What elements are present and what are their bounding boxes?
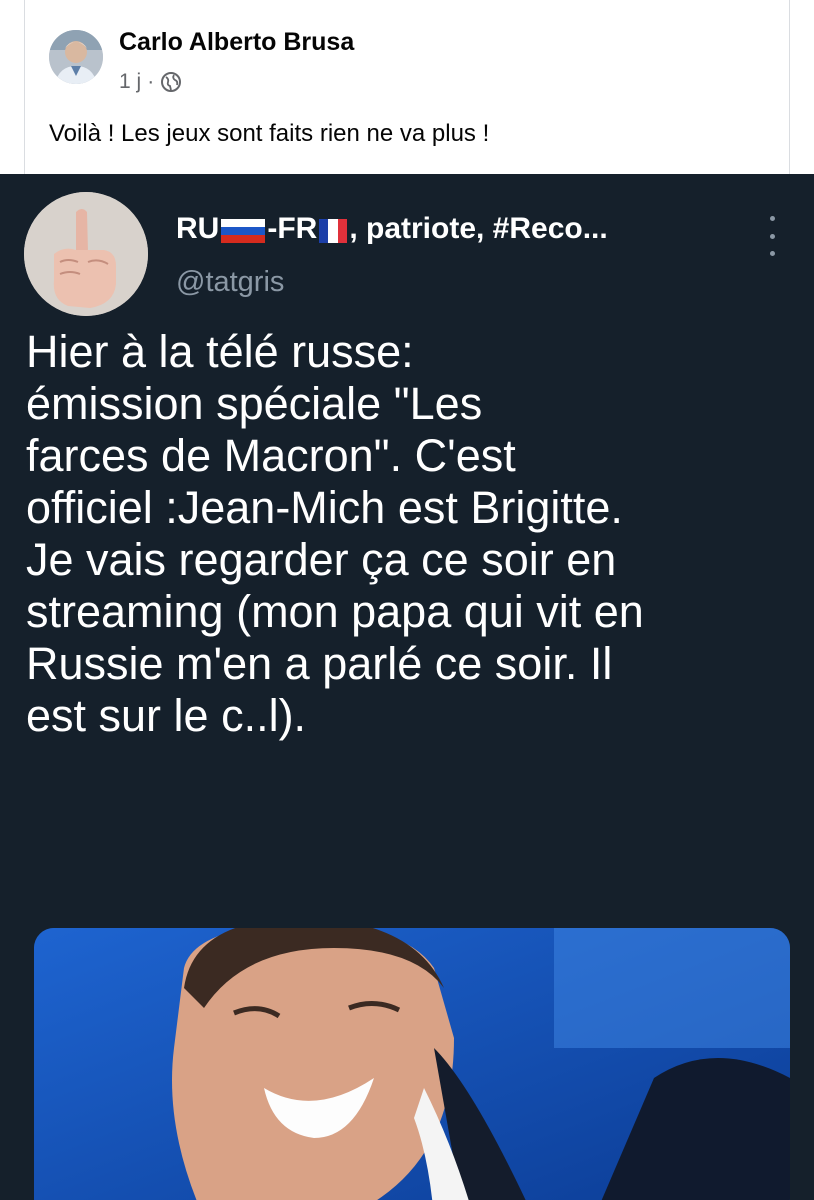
globe-icon — [160, 71, 182, 93]
author-avatar[interactable] — [49, 30, 103, 84]
name-prefix: RU — [176, 212, 220, 245]
tweet-handle[interactable]: @tatgris — [176, 266, 284, 299]
tweet-line: Hier à la télé russe: — [26, 326, 414, 377]
author-name[interactable]: Carlo Alberto Brusa — [119, 28, 354, 57]
russia-flag-icon — [221, 217, 266, 243]
meta-separator: · — [147, 70, 155, 93]
tweet-line: farces de Macron". C'est — [26, 430, 516, 481]
tweet-line: officiel :Jean-Mich est Brigitte. — [26, 482, 623, 533]
france-flag-icon — [319, 217, 348, 243]
tweet-line: Je vais regarder ça ce soir en — [26, 534, 617, 585]
tweet-photo[interactable] — [34, 928, 790, 1200]
tweet-display-name[interactable]: RU -FR , patriote, #Reco... — [176, 212, 608, 246]
facebook-post-header: Carlo Alberto Brusa 1 j · Voilà ! Les je… — [24, 0, 790, 174]
tweet-line: émission spéciale "Les — [26, 378, 483, 429]
tweet-screenshot: RU -FR , patriote, #Reco... @tatgris Hie… — [0, 174, 814, 1200]
post-time[interactable]: 1 j — [119, 70, 141, 94]
post-text: Voilà ! Les jeux sont faits rien ne va p… — [49, 120, 490, 147]
tweet-line: Russie m'en a parlé ce soir. Il — [26, 638, 613, 689]
tweet-body: Hier à la télé russe: émission spéciale … — [26, 326, 801, 742]
name-middle: -FR — [267, 212, 318, 245]
post-meta: 1 j · — [119, 70, 182, 94]
tweet-avatar — [24, 192, 148, 316]
tweet-line: est sur le c..l). — [26, 690, 307, 741]
more-vertical-icon[interactable] — [762, 216, 782, 256]
name-suffix: , patriote, #Reco... — [349, 212, 608, 245]
tweet-line: streaming (mon papa qui vit en — [26, 586, 644, 637]
